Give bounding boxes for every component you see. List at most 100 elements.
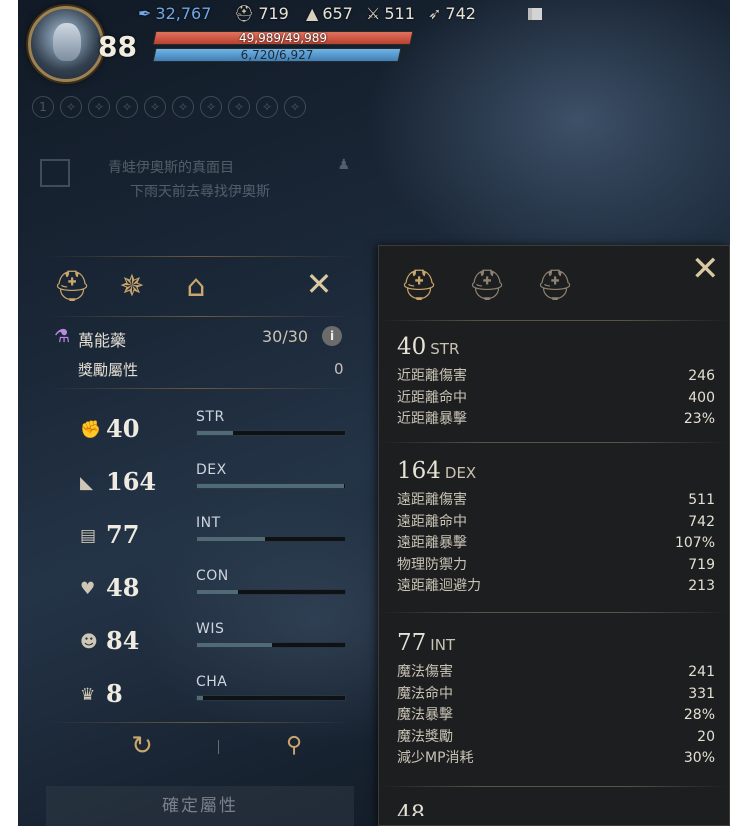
helmet-icon: ⛑ <box>234 3 255 23</box>
quest-footprint-icon: ♟ <box>337 157 350 173</box>
detail-label: 遠距離傷害 <box>397 492 467 508</box>
detail-value: 246 <box>688 368 715 384</box>
buff-icon-row: 1 ✧ ✧ ✧ ✧ ✧ ✧ ✧ ✧ ✧ <box>32 96 306 118</box>
stat-row-dex[interactable]: ◣ 164 DEX <box>46 459 354 512</box>
defense-value: 719 <box>258 3 289 23</box>
hp-text: 49,989/49,989 <box>238 31 328 45</box>
detail-value: 28% <box>683 707 715 723</box>
attribute-detail-panel: ⛑ ⛑ ⛑ ✕ 40 STR 近距離傷害 246 近距離命中 400 近距離暴擊 23%… <box>378 245 730 826</box>
stat-progress-fill <box>197 431 233 435</box>
detail-label: 遠距離暴擊 <box>397 535 467 551</box>
page-margin <box>730 0 750 826</box>
buff-icon: ✧ <box>88 96 110 118</box>
character-level: 88 <box>98 30 137 63</box>
detail-label: 遠距離命中 <box>397 513 467 530</box>
detail-row: 魔法獎勵 20 <box>397 727 715 749</box>
tab-helmet-clock-icon[interactable]: ⛑ <box>535 266 575 306</box>
wizard-hat-icon: ▲ <box>306 3 319 23</box>
potion-label: 萬能藥 <box>78 331 127 350</box>
tab-helmet-plus-icon[interactable]: ⛑ <box>467 266 507 306</box>
detail-label: 減少MP消耗 <box>397 750 474 766</box>
stat-progress-fill <box>197 696 203 700</box>
stat-progress-fill <box>197 484 344 488</box>
stat-name: DEX <box>196 462 227 478</box>
mp-bar: 6,720/6,927 <box>152 48 402 62</box>
crown-icon: ♛ <box>80 685 96 705</box>
stat-row-wis[interactable]: ☻ 84 WIS <box>46 618 354 671</box>
section-code: STR <box>430 340 460 358</box>
buff-count-icon: 1 <box>32 96 54 118</box>
gold-value: 32,767 <box>155 3 212 23</box>
section-value: 40 <box>397 334 427 360</box>
detail-list: 遠距離傷害 511 遠距離命中 742 遠距離暴擊 107% 物理防禦力 719 遠距離… <box>397 490 715 598</box>
blurred-area <box>528 8 542 20</box>
stat-progress <box>196 642 346 648</box>
detail-value: 241 <box>688 664 715 680</box>
stat-row-int[interactable]: ▤ 77 INT <box>46 512 354 565</box>
detail-row: 物理防禦力 719 <box>397 555 715 577</box>
stat-row-con[interactable]: ♥ 48 CON <box>46 565 354 618</box>
detail-label: 魔法傷害 <box>397 664 453 680</box>
quest-tracker[interactable]: 青蛙伊奧斯的真面目 下雨天前去尋找伊奧斯 ♟ <box>28 145 358 205</box>
buff-icon: ✧ <box>172 96 194 118</box>
buff-icon: ✧ <box>60 96 82 118</box>
detail-list: 近距離傷害 246 近距離命中 400 近距離暴擊 23% <box>397 366 715 431</box>
muscle-icon: ✊ <box>80 420 102 440</box>
stat-name: INT <box>196 515 221 531</box>
quest-title: 青蛙伊奧斯的真面目 <box>108 160 234 176</box>
tab-helmet-gear-icon[interactable]: ⛑ <box>399 266 439 306</box>
reset-icon[interactable]: ↻ <box>128 732 156 760</box>
ranged-stat: ➶ 742 <box>428 3 476 23</box>
section-value: 164 <box>397 458 441 484</box>
stat-name: WIS <box>196 621 225 637</box>
stat-progress-fill <box>197 590 239 594</box>
stat-value: 84 <box>106 626 140 655</box>
potion-icon: ⚗ <box>54 326 71 347</box>
buff-icon: ✧ <box>284 96 306 118</box>
int-section: 77 INT 魔法傷害 241 魔法命中 331 魔法暴擊 28% 魔法獎勵 20 減少M… <box>397 630 715 770</box>
action-separator <box>218 740 219 754</box>
magnifier-icon[interactable]: ⚲ <box>280 732 308 760</box>
brain-head-icon: ☻ <box>80 632 98 652</box>
bonus-attribute-label: 獎勵屬性 <box>78 361 139 379</box>
detail-value: 20 <box>697 728 715 745</box>
stat-progress <box>196 483 346 489</box>
buff-icon: ✧ <box>228 96 250 118</box>
stat-progress-fill <box>197 643 273 647</box>
detail-row: 魔法命中 331 <box>397 684 715 706</box>
stat-value: 40 <box>106 414 140 443</box>
detail-row: 遠距離迴避力 213 <box>397 576 715 598</box>
confirm-attributes-button[interactable]: 確定屬性 <box>46 786 354 826</box>
tab-house-icon[interactable]: ⌂ <box>176 266 216 306</box>
potion-count: 30/30 <box>262 327 309 346</box>
detail-label: 遠距離迴避力 <box>397 578 481 594</box>
buff-icon: ✧ <box>144 96 166 118</box>
character-portrait[interactable] <box>28 6 104 82</box>
stat-progress <box>196 430 346 436</box>
stat-value: 164 <box>106 467 157 496</box>
ranged-value: 742 <box>445 3 476 23</box>
quest-book-icon <box>40 159 70 187</box>
bow-icon: ➶ <box>428 3 442 23</box>
detail-value: 331 <box>688 685 715 702</box>
detail-value: 213 <box>688 578 715 594</box>
melee-stat: ⚔ 511 <box>366 3 415 23</box>
melee-value: 511 <box>384 3 415 23</box>
potion-info-icon[interactable]: i <box>322 326 342 346</box>
detail-row: 魔法暴擊 28% <box>397 705 715 727</box>
tab-compass-star-icon[interactable]: ✵ <box>112 266 152 306</box>
close-icon[interactable]: ✕ <box>304 268 334 300</box>
tab-helmet-icon[interactable]: ⛑ <box>52 266 92 306</box>
stat-row-str[interactable]: ✊ 40 STR <box>46 406 354 459</box>
stats-divider <box>46 388 354 389</box>
panel-top-divider <box>46 256 354 257</box>
detail-label: 近距離傷害 <box>397 368 467 384</box>
section-heading: 40 STR <box>397 334 715 360</box>
stat-row-cha[interactable]: ♛ 8 CHA <box>46 671 354 724</box>
detail-row: 近距離傷害 246 <box>397 366 715 388</box>
detail-value: 400 <box>688 389 715 406</box>
hp-bar: 49,989/49,989 <box>152 31 414 45</box>
bonus-attribute-value: 0 <box>334 360 344 378</box>
close-icon[interactable]: ✕ <box>691 252 720 286</box>
section-heading: 77 INT <box>397 630 715 656</box>
